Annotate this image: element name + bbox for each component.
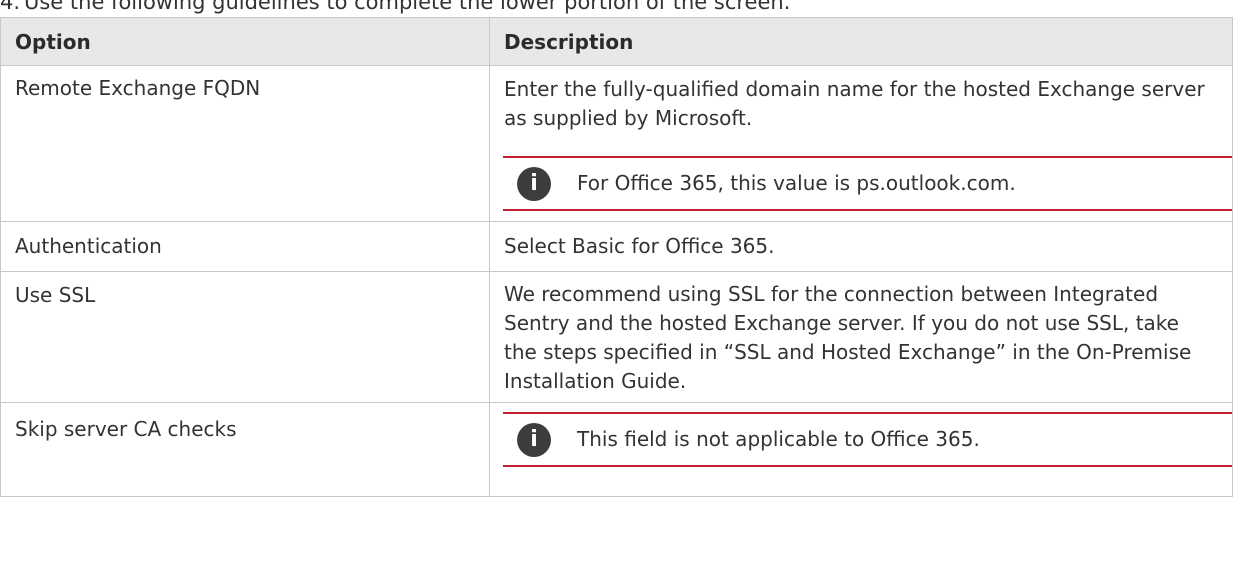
option-cell: Use SSL (0, 271, 490, 403)
option-cell: Skip server CA checks (0, 402, 490, 497)
note-box: i This field is not applicable to Office… (503, 412, 1232, 467)
step-number: 4. (0, 0, 21, 14)
option-cell: Authentication (0, 221, 490, 272)
note-text: This field is not applicable to Office 3… (577, 427, 980, 451)
note-box: i For Office 365, this value is ps.outlo… (503, 156, 1232, 211)
options-table: Option Description Remote Exchange FQDN … (0, 17, 1233, 497)
end-punctuation: . (679, 369, 687, 393)
table-row: Use SSL We recommend using SSL for the c… (0, 271, 1233, 403)
note-text: For Office 365, this value is ps.outlook… (577, 171, 1016, 195)
table-header-row: Option Description (0, 17, 1233, 66)
table-row: Remote Exchange FQDN Enter the fully-qua… (0, 65, 1233, 222)
description-cell: We recommend using SSL for the connectio… (489, 271, 1233, 403)
option-cell: Remote Exchange FQDN (0, 65, 490, 222)
step-text: Use the following guidelines to complete… (24, 0, 791, 14)
step-instruction: 4. Use the following guidelines to comple… (0, 0, 790, 15)
description-cell: i This field is not applicable to Office… (489, 402, 1233, 497)
info-icon: i (517, 422, 551, 457)
description-text: Enter the fully-qualified domain name fo… (504, 77, 1205, 130)
table-row: Skip server CA checks i This field is no… (0, 402, 1233, 497)
description-cell: Select Basic for Office 365. (489, 221, 1233, 272)
column-header-description: Description (489, 17, 1233, 66)
table-row: Authentication Select Basic for Office 3… (0, 221, 1233, 272)
column-header-option: Option (0, 17, 490, 66)
description-cell: Enter the fully-qualified domain name fo… (489, 65, 1233, 222)
info-icon: i (517, 166, 551, 201)
